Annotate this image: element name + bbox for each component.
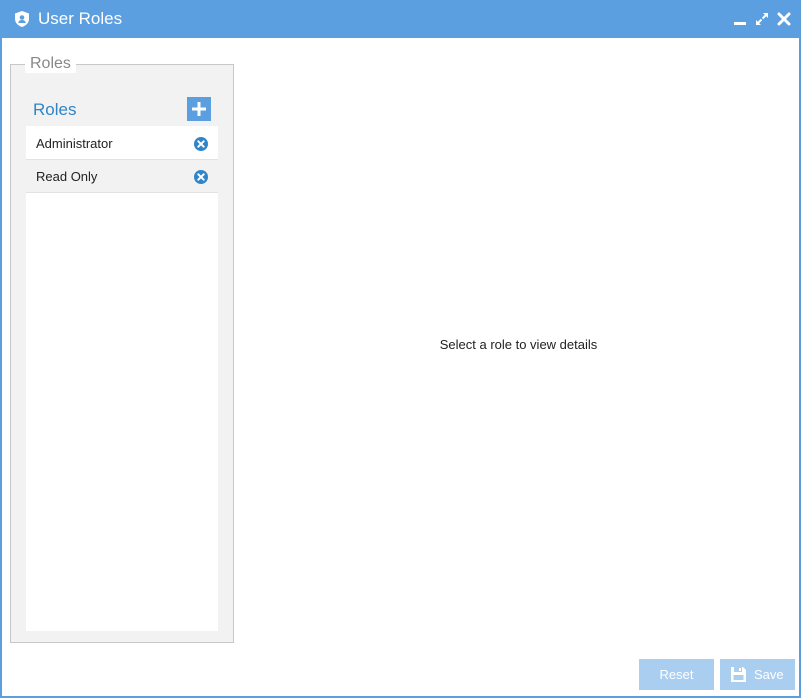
role-list-item-administrator[interactable]: Administrator: [26, 127, 218, 160]
floppy-disk-icon: [731, 667, 746, 682]
close-icon[interactable]: [777, 12, 791, 26]
role-item-label: Read Only: [36, 169, 98, 184]
reset-button-label: Reset: [659, 667, 694, 682]
roles-list-header: Roles: [26, 93, 218, 126]
plus-icon: [192, 102, 206, 116]
remove-circle-icon[interactable]: [194, 137, 208, 151]
roles-list-title: Roles: [33, 100, 77, 119]
window-titlebar[interactable]: User Roles: [2, 0, 801, 38]
role-list-item-read-only[interactable]: Read Only: [26, 160, 218, 193]
add-role-button[interactable]: [187, 97, 211, 121]
role-details-placeholder: Select a role to view details: [439, 337, 598, 352]
reset-button[interactable]: Reset: [639, 659, 714, 690]
role-item-label: Administrator: [36, 136, 113, 151]
save-button[interactable]: Save: [720, 659, 795, 690]
remove-circle-icon[interactable]: [194, 170, 208, 184]
roles-group-legend: Roles: [25, 55, 76, 73]
window-title: User Roles: [38, 9, 123, 28]
shield-user-icon: [15, 11, 29, 27]
maximize-icon[interactable]: [755, 12, 769, 26]
user-roles-window: User Roles Roles Roles Administrator Rea…: [0, 0, 801, 698]
save-button-label: Save: [754, 667, 784, 682]
roles-list-panel: Roles Administrator Read Only: [26, 93, 218, 631]
minimize-icon[interactable]: [733, 12, 747, 26]
